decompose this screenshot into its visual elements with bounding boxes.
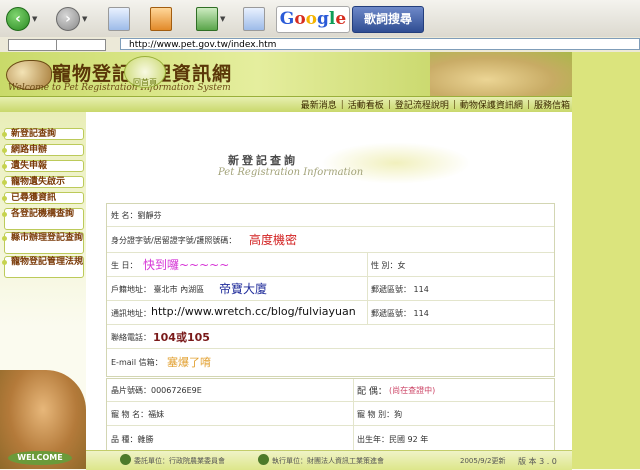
top-nav: 最新消息 | 活動看板 | 登記流程說明 | 動物保護資訊網 | 服務信箱 (0, 96, 572, 112)
browser-toolbar: ‹ ▼ › ▼ ▼ Google 歌詞搜尋 (0, 0, 640, 38)
footer-updated: 2005/9/2更新 (460, 457, 506, 465)
iii-logo-icon (258, 454, 269, 465)
table-row: 生 日： 快到囉~~~~~ 性 別：女 (107, 252, 554, 277)
chip-number: 晶片號碼：0006726E9E (111, 386, 202, 395)
breed: 品 種：雜勝 (111, 435, 154, 444)
pet-type: 寵 物 別：狗 (357, 410, 403, 419)
mail-address-label: 通訊地址： (111, 309, 151, 318)
nav-separator: | (526, 99, 530, 110)
footer-version: 版 本 3 . 0 (518, 457, 557, 466)
package-button[interactable] (243, 6, 265, 32)
table-row: 品 種：雜勝 出生年：民國 92 年 (107, 425, 554, 450)
nav-latest-news[interactable]: 最新消息 (301, 98, 337, 111)
birth-label: 生 日： (111, 261, 138, 270)
chevron-down-icon: ▼ (32, 15, 38, 23)
footer-supervisor: 委託單位：行政院農業委員會 (134, 457, 225, 465)
tools-button[interactable]: ▼ (196, 6, 225, 32)
mini-button-1[interactable] (8, 39, 58, 51)
column-divider (367, 252, 368, 324)
phone-value: 104或105 (153, 331, 210, 344)
spouse-value: (尚在查證中) (389, 386, 436, 395)
right-decor-band (572, 52, 640, 469)
id-label: 身分證字號/居留證字號/護照號碼： (111, 236, 237, 245)
email-label: E-mail 信箱： (111, 358, 163, 367)
gender: 性 別：女 (371, 261, 406, 270)
birth-value: 快到囉~~~~~ (143, 258, 230, 272)
site-header: 寵物登記管理資訊網 Welcome to Pet Registration In… (0, 52, 572, 112)
nav-animal-protection[interactable]: 動物保護資訊網 (460, 98, 523, 111)
table-row: 戶籍地址： 臺北市 內湖區 帝寶大廈 郵遞區號： 114 (107, 276, 554, 301)
table-row: 姓 名：劉靜芬 (107, 204, 554, 227)
page-title: 新登記查詢 (228, 154, 298, 167)
sidebar-item-county-search[interactable]: 縣市辦理登記查詢 (2, 232, 84, 254)
forward-button[interactable]: › ▼ (56, 6, 87, 32)
footer-executor: 執行單位：財團法人資訊工業策進會 (272, 457, 384, 465)
nav-registration-process[interactable]: 登記流程說明 (395, 98, 449, 111)
sidebar-item-online-apply[interactable]: 網路申辦 (2, 144, 84, 156)
tools-icon (196, 7, 218, 31)
table-row: 身分證字號/居留證字號/護照號碼： 高度機密 (107, 226, 554, 253)
forward-arrow-icon: › (56, 7, 80, 31)
zip-code-1: 郵遞區號： 114 (371, 285, 429, 294)
table-row: 晶片號碼：0006726E9E 配 偶： (尚在查證中) (107, 379, 554, 402)
site-subtitle: Welcome to Pet Registration Information … (8, 83, 231, 93)
page-subtitle: Pet Registration Information (218, 167, 364, 178)
sidebar-item-found-info[interactable]: 已尋獲資訊 (2, 192, 84, 204)
package-icon (243, 7, 265, 31)
owner-info-card: 姓 名：劉靜芬 身分證字號/居留證字號/護照號碼： 高度機密 生 日： 快到囉~… (106, 203, 555, 377)
coa-logo-icon (120, 454, 131, 465)
address-label: 戶籍地址： 臺北市 內湖區 (111, 285, 205, 294)
sidebar-item-lost-notice[interactable]: 寵物遺失啟示 (2, 176, 84, 188)
google-logo-button[interactable]: Google (276, 6, 350, 33)
email-value: 塞爆了唷 (167, 356, 211, 369)
sidebar-item-lost-report[interactable]: 遺失申報 (2, 160, 84, 172)
table-row: 聯絡電話： 104或105 (107, 324, 554, 349)
back-button[interactable]: ‹ ▼ (6, 6, 37, 32)
nav-events[interactable]: 活動看板 (348, 98, 384, 111)
table-row: 寵 物 名：福妹 寵 物 別：狗 (107, 401, 554, 426)
mail-address-value: http://www.wretch.cc/blog/fulviayuan (151, 305, 356, 318)
home-badge[interactable]: 回首頁 (124, 56, 166, 88)
welcome-badge: WELCOME (8, 451, 72, 465)
id-value: 高度機密 (249, 233, 298, 247)
sidebar-item-new-registration[interactable]: 新登記查詢 (2, 128, 84, 140)
pet-banner-image (430, 52, 572, 98)
nav-separator: | (452, 99, 456, 110)
home-button[interactable] (150, 6, 172, 32)
mini-button-2[interactable] (56, 39, 106, 51)
address-bar: http://www.pet.gov.tw/index.htm (0, 37, 640, 53)
sidebar-item-agency-search[interactable]: 各登記機構查詢 (2, 208, 84, 230)
refresh-icon (108, 7, 130, 31)
pet-name: 寵 物 名：福妹 (111, 410, 165, 419)
table-row: E-mail 信箱： 塞爆了唷 (107, 348, 554, 375)
lyrics-search-button[interactable]: 歌詞搜尋 (352, 6, 424, 33)
sidebar-item-regulations[interactable]: 寵物登記管理法規 (2, 256, 84, 278)
nav-service-mailbox[interactable]: 服務信箱 (534, 98, 570, 111)
phone-label: 聯絡電話： (111, 333, 151, 342)
back-arrow-icon: ‹ (6, 7, 30, 31)
chevron-down-icon: ▼ (220, 15, 226, 23)
birth-year: 出生年：民國 92 年 (357, 435, 429, 444)
pet-info-card: 晶片號碼：0006726E9E 配 偶： (尚在查證中) 寵 物 名：福妹 寵 … (106, 378, 555, 452)
address-value: 帝寶大廈 (219, 282, 268, 296)
nav-separator: | (340, 99, 344, 110)
table-row: 通訊地址： http://www.wretch.cc/blog/fulviayu… (107, 300, 554, 325)
chevron-down-icon: ▼ (82, 15, 88, 23)
url-input[interactable]: http://www.pet.gov.tw/index.htm (120, 38, 640, 50)
owner-name: 姓 名：劉靜芬 (111, 211, 162, 220)
spouse-label: 配 偶： (357, 387, 387, 397)
nav-separator: | (387, 99, 391, 110)
zip-code-2: 郵遞區號： 114 (371, 309, 429, 318)
column-divider (353, 379, 354, 451)
footer: 委託單位：行政院農業委員會 執行單位：財團法人資訊工業策進會 2005/9/2更… (86, 450, 572, 470)
main-content: 新登記查詢 Pet Registration Information 姓 名：劉… (86, 112, 572, 469)
refresh-button[interactable] (108, 6, 130, 32)
home-icon (150, 7, 172, 31)
